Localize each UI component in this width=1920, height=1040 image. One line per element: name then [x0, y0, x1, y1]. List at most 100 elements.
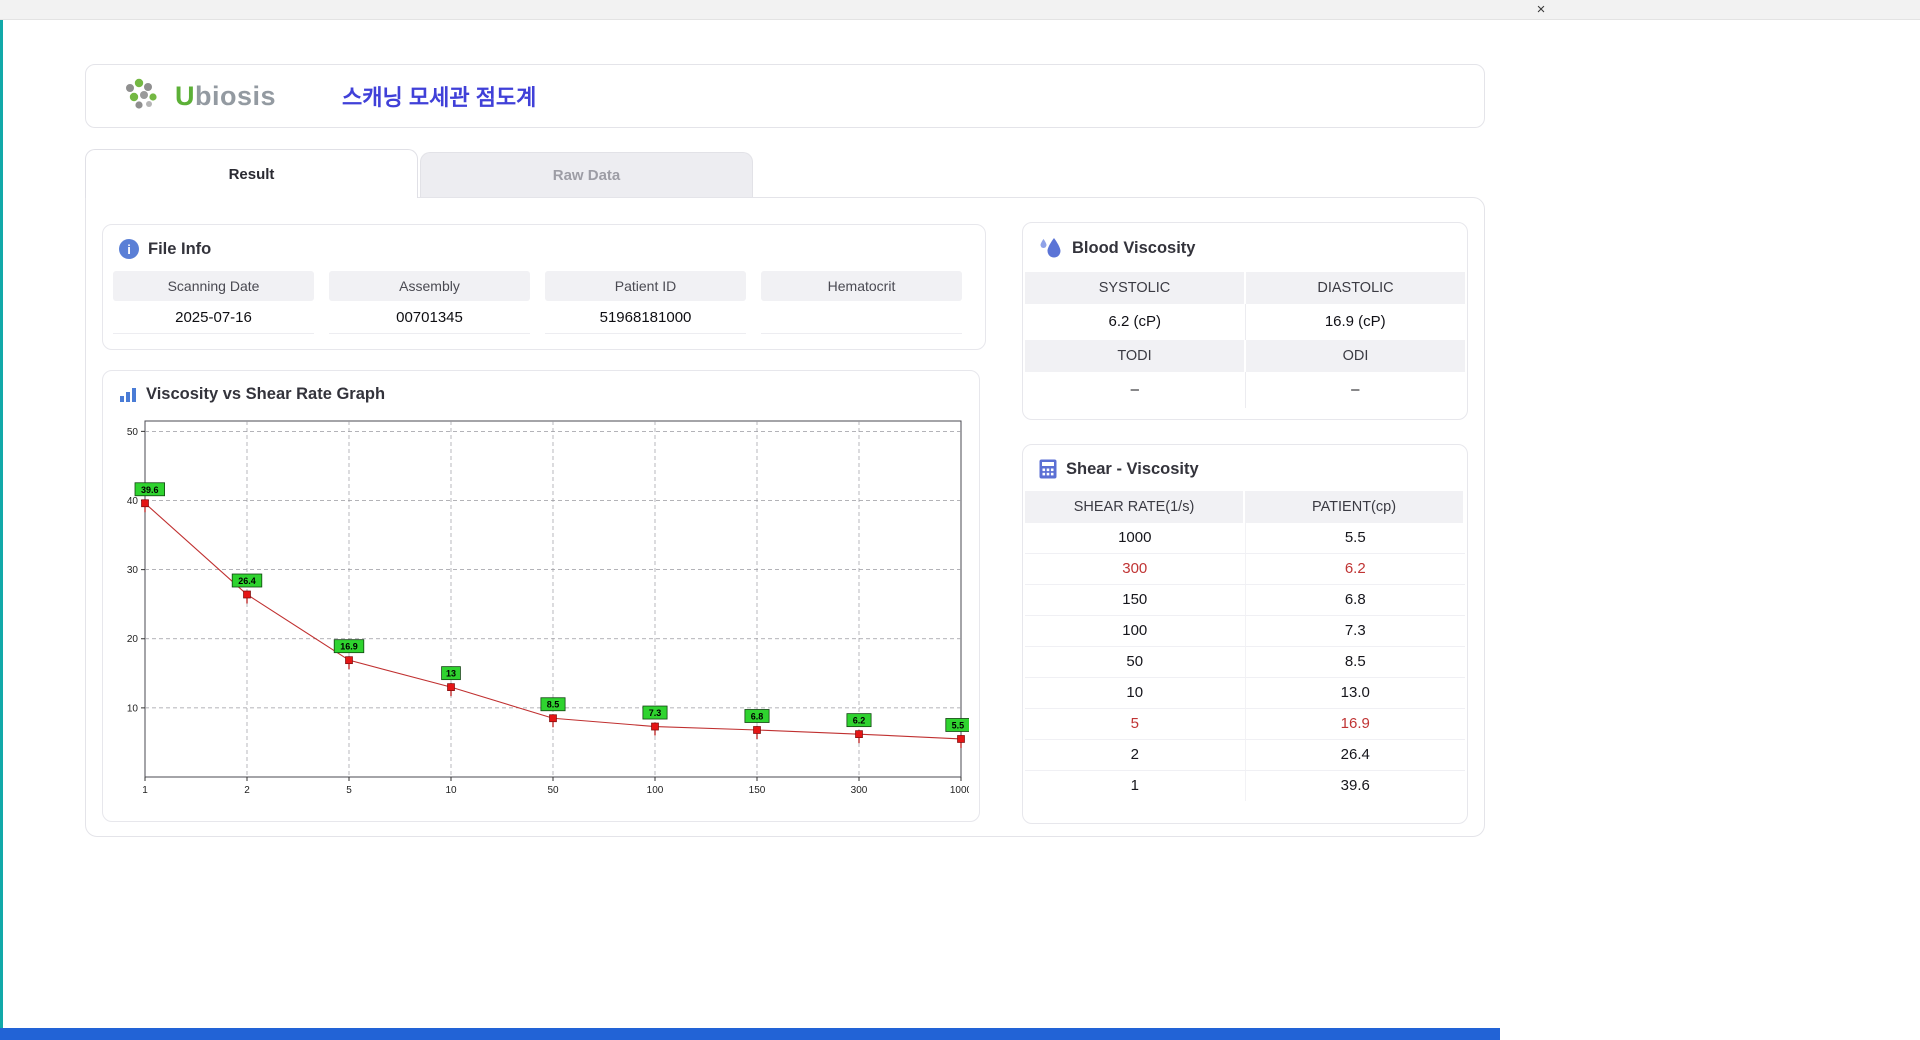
graph-header: Viscosity vs Shear Rate Graph — [103, 371, 979, 404]
shear-viscosity-table: SHEAR RATE(1/s) PATIENT(cp) 1000 5.5 300 6.… — [1023, 491, 1467, 801]
info-icon: i — [119, 239, 139, 259]
table-row: TODI ODI — [1025, 340, 1465, 372]
odi-header: ODI — [1246, 340, 1465, 372]
diastolic-header: DIASTOLIC — [1246, 272, 1465, 304]
shear-rate-cell: 10 — [1025, 678, 1246, 708]
graph-title: Viscosity vs Shear Rate Graph — [146, 385, 386, 403]
svg-text:1: 1 — [142, 785, 148, 796]
systolic-header: SYSTOLIC — [1025, 272, 1246, 304]
shear-rate-cell: 1 — [1025, 771, 1246, 801]
todi-header: TODI — [1025, 340, 1246, 372]
svg-text:300: 300 — [851, 785, 868, 796]
table-row: 10 13.0 — [1025, 678, 1465, 709]
ubiosis-logo: Ubiosis — [124, 78, 276, 114]
shear-viscosity-title: Shear - Viscosity — [1066, 459, 1199, 478]
svg-text:30: 30 — [127, 565, 139, 576]
blood-viscosity-card: Blood Viscosity SYSTOLIC DIASTOLIC 6.2 (… — [1022, 222, 1468, 420]
diastolic-value: 16.9 (cP) — [1324, 313, 1386, 330]
patient-cell: 13.0 — [1340, 684, 1370, 701]
tab-bar: Result Raw Data — [85, 149, 1485, 198]
blood-viscosity-table: SYSTOLIC DIASTOLIC 6.2 (cP) 16.9 (cP) TO… — [1023, 272, 1467, 408]
svg-text:50: 50 — [547, 785, 559, 796]
close-icon[interactable]: × — [1530, 0, 1552, 20]
patient-cell: 5.5 — [1344, 529, 1366, 546]
tab-raw-data[interactable]: Raw Data — [420, 152, 753, 198]
page-title: 스캐닝 모세관 점도계 — [342, 85, 537, 110]
table-row: 100 7.3 — [1025, 616, 1465, 647]
tab-result[interactable]: Result — [85, 149, 418, 198]
shear-rate-cell: 100 — [1025, 616, 1246, 646]
svg-text:150: 150 — [749, 785, 766, 796]
field-scanning-date: Scanning Date 2025-07-16 — [113, 271, 314, 334]
shear-rate-cell: 2 — [1025, 740, 1246, 770]
blood-viscosity-header: Blood Viscosity — [1023, 223, 1467, 260]
systolic-value: 6.2 (cP) — [1025, 304, 1246, 340]
patient-cell: 26.4 — [1340, 746, 1370, 763]
table-row: 1000 5.5 — [1025, 523, 1465, 554]
content-panel: i File Info Scanning Date 2025-07-16 Ass… — [85, 197, 1485, 837]
svg-text:100: 100 — [647, 785, 664, 796]
svg-text:6.8: 6.8 — [751, 711, 764, 721]
svg-text:10: 10 — [127, 703, 139, 714]
svg-text:8.5: 8.5 — [547, 700, 560, 710]
svg-text:20: 20 — [127, 634, 139, 645]
ubiosis-logo-icon — [126, 78, 157, 109]
field-label: Patient ID — [545, 271, 746, 301]
field-assembly: Assembly 00701345 — [329, 271, 530, 334]
svg-text:40: 40 — [127, 496, 139, 507]
table-row: 1 39.6 — [1025, 771, 1465, 801]
shear-viscosity-card: Shear - Viscosity SHEAR RATE(1/s) PATIEN… — [1022, 444, 1468, 824]
app-window: Ubiosis 스캐닝 모세관 점도계 Result Raw Data i Fi… — [85, 64, 1485, 837]
bottom-window-strip — [0, 1028, 1500, 1040]
patient-cell: 8.5 — [1344, 653, 1366, 670]
shear-rate-cell: 50 — [1025, 647, 1246, 677]
logo-text-rest: biosis — [195, 80, 277, 111]
droplet-icon — [1040, 238, 1061, 258]
table-row: 50 8.5 — [1025, 647, 1465, 678]
todi-value: – — [1025, 372, 1246, 408]
svg-text:10: 10 — [445, 785, 457, 796]
table-row: 300 6.2 — [1025, 554, 1465, 585]
field-label: Assembly — [329, 271, 530, 301]
bar-chart-icon — [120, 387, 136, 402]
svg-text:5: 5 — [346, 785, 352, 796]
calculator-icon — [1039, 459, 1057, 479]
svg-text:13: 13 — [446, 669, 456, 679]
field-value: 51968181000 — [545, 301, 746, 334]
shear-rate-cell: 300 — [1025, 554, 1246, 584]
header: Ubiosis 스캐닝 모세관 점도계 — [85, 64, 1485, 128]
logo-text: Ubiosis — [175, 81, 276, 112]
svg-text:7.3: 7.3 — [649, 708, 662, 718]
field-value — [761, 301, 962, 334]
file-info-title: File Info — [148, 239, 212, 258]
shear-rate-column-header: SHEAR RATE(1/s) — [1025, 491, 1245, 523]
shear-rate-cell: 150 — [1025, 585, 1246, 615]
shear-rate-cell: 5 — [1025, 709, 1246, 739]
graph-card: Viscosity vs Shear Rate Graph 10 20 30 40 50… — [102, 370, 980, 822]
window-left-edge — [0, 20, 3, 1040]
table-row: 6.2 (cP) 16.9 (cP) — [1025, 304, 1465, 340]
svg-text:6.2: 6.2 — [853, 716, 866, 726]
window-titlebar: × — [0, 0, 1920, 20]
svg-text:50: 50 — [127, 427, 139, 438]
patient-cell: 6.8 — [1344, 591, 1366, 608]
svg-text:5.5: 5.5 — [952, 720, 965, 730]
odi-value: – — [1351, 381, 1360, 398]
patient-cell: 39.6 — [1340, 777, 1370, 794]
logo-text-accent: U — [175, 80, 195, 111]
svg-text:16.9: 16.9 — [340, 642, 358, 652]
patient-column-header: PATIENT(cp) — [1245, 491, 1465, 523]
patient-cell: 7.3 — [1344, 622, 1366, 639]
table-row: 2 26.4 — [1025, 740, 1465, 771]
shear-viscosity-table-body: 1000 5.5 300 6.2 150 6.8 100 7.3 50 8.5 10 13.0 5 16.… — [1025, 523, 1465, 801]
field-label: Hematocrit — [761, 271, 962, 301]
table-header-row: SHEAR RATE(1/s) PATIENT(cp) — [1025, 491, 1465, 523]
patient-cell: 6.2 — [1344, 560, 1366, 577]
file-info-fields: Scanning Date 2025-07-16 Assembly 007013… — [103, 259, 985, 334]
svg-text:26.4: 26.4 — [238, 576, 256, 586]
svg-text:1000: 1000 — [950, 785, 969, 796]
patient-cell: 16.9 — [1340, 715, 1370, 732]
table-row: 150 6.8 — [1025, 585, 1465, 616]
field-label: Scanning Date — [113, 271, 314, 301]
table-row: SYSTOLIC DIASTOLIC — [1025, 272, 1465, 304]
